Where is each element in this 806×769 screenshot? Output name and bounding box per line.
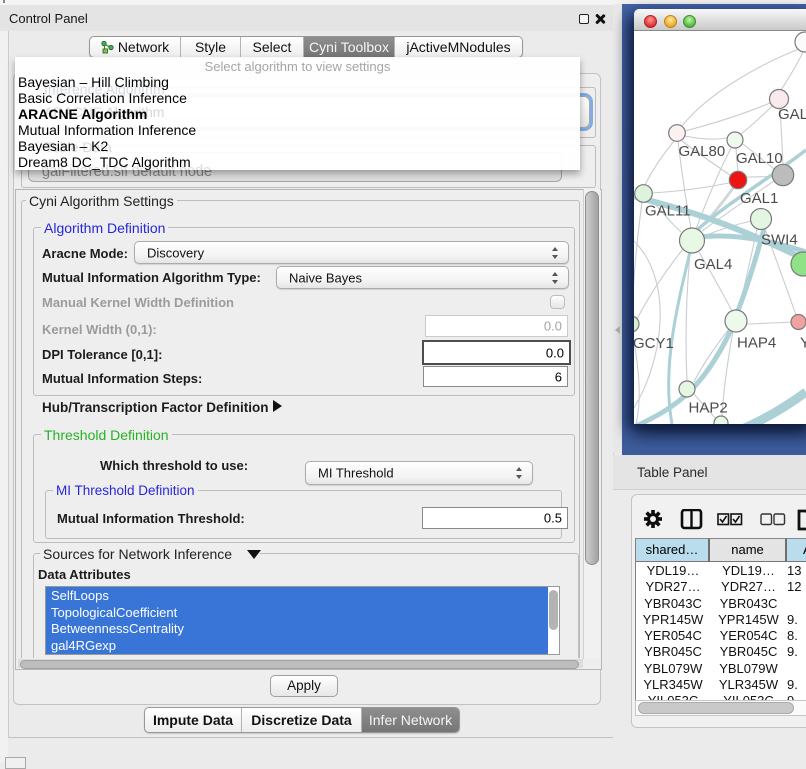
svg-text:GAL4: GAL4 [694,256,732,273]
svg-text:GAL10: GAL10 [736,150,783,167]
svg-text:GAL7: GAL7 [778,106,806,123]
svg-text:GAL80: GAL80 [679,143,726,160]
svg-text:SWI4: SWI4 [761,232,798,249]
svg-text:Y: Y [800,335,806,352]
svg-text:GAL1: GAL1 [740,190,778,207]
svg-text:HAP2: HAP2 [689,400,728,417]
svg-text:GAL11: GAL11 [645,203,691,220]
svg-text:GCY1: GCY1 [634,335,674,352]
svg-text:HAP4: HAP4 [737,335,776,352]
